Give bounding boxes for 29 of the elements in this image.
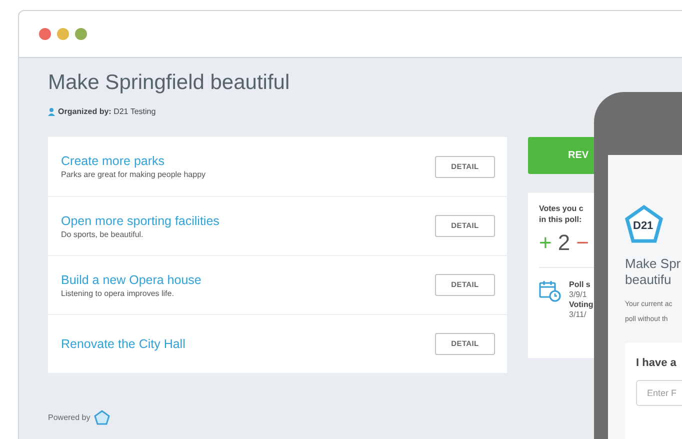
proposal-description: Parks are great for making people happy xyxy=(61,169,206,180)
proposal-description: Listening to opera improves life. xyxy=(61,288,175,298)
votes-label: Votes you c xyxy=(539,203,584,214)
organizer-text: Organized by: D21 Testing xyxy=(58,106,156,118)
phone-title: beautifu xyxy=(625,272,672,288)
powered-by-text: Powered by xyxy=(48,412,90,424)
person-icon xyxy=(48,108,55,116)
phone-title: Make Spr xyxy=(625,256,682,272)
card-title: I have a xyxy=(636,356,678,371)
proposal-title[interactable]: Build a new Opera house xyxy=(61,272,202,288)
minus-sign[interactable]: − xyxy=(576,231,589,255)
pentagon-logo-icon xyxy=(625,205,663,243)
vote-count: 2 xyxy=(558,231,570,255)
poll-date: 3/9/1 xyxy=(569,290,588,300)
poll-label: Voting xyxy=(569,300,594,310)
page-title: Make Springfield beautiful xyxy=(48,70,291,96)
plus-sign[interactable]: + xyxy=(539,231,552,255)
pentagon-logo-icon xyxy=(94,410,110,425)
poll-date: 3/11/ xyxy=(569,310,588,320)
proposal-title[interactable]: Create more parks xyxy=(61,153,206,169)
code-input[interactable]: Enter F xyxy=(636,380,682,406)
proposal-title[interactable]: Open more sporting facilities xyxy=(61,212,220,228)
logo-text: D21 xyxy=(633,219,654,234)
proposal-description: Do sports, be beautiful. xyxy=(61,228,144,240)
poll-label: Poll s xyxy=(569,280,592,290)
proposal-title[interactable]: Renovate the City Hall xyxy=(61,336,186,352)
calendar-icon xyxy=(539,280,561,302)
review-button[interactable]: REV xyxy=(528,137,594,174)
votes-label: in this poll: xyxy=(539,214,583,225)
